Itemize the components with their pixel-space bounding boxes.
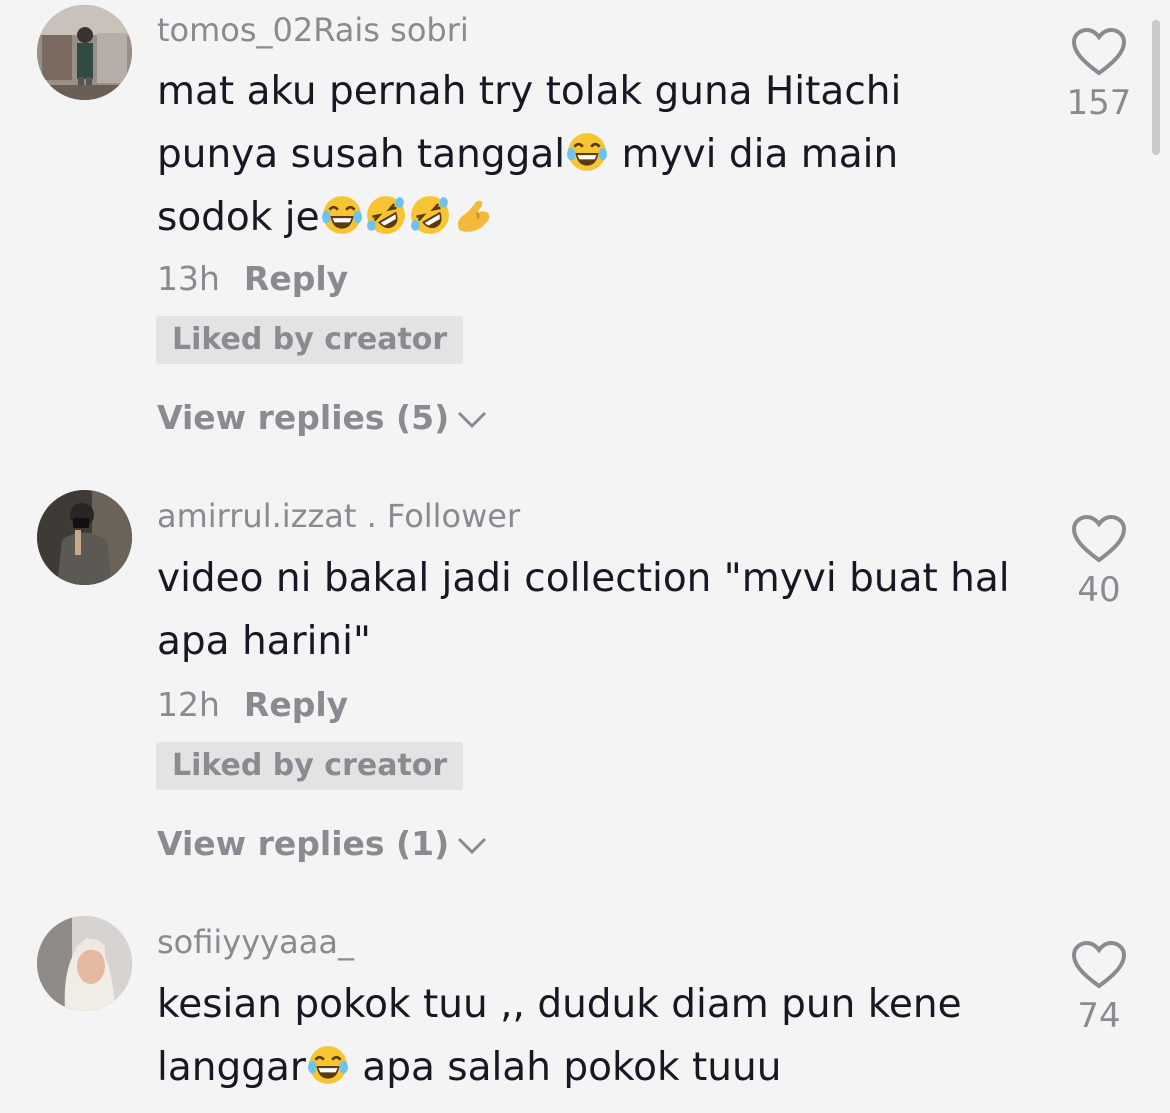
comment-username[interactable]: sofiiyyyaaa_	[157, 922, 354, 962]
face-with-tears-of-joy-emoji	[321, 194, 363, 236]
liked-by-creator-badge: Liked by creator	[156, 742, 464, 790]
comment-line: mat aku pernah try tolak guna Hitachi	[157, 69, 902, 114]
comment-text-segment: apa salah pokok tuuu	[349, 1045, 782, 1090]
like-button[interactable]: 157	[1062, 27, 1136, 123]
like-button[interactable]: 40	[1062, 514, 1136, 610]
comment-meta: 13h Reply	[157, 259, 348, 299]
view-replies-label: View replies (5)	[157, 398, 450, 437]
comment-username[interactable]: amirrul.izzat . Follower	[157, 496, 520, 536]
face-with-tears-of-joy-emoji	[566, 131, 608, 173]
comment-line: apa harini"	[157, 619, 371, 664]
view-replies-button[interactable]: View replies (1)	[157, 824, 489, 864]
like-count: 40	[1077, 570, 1121, 610]
like-count: 157	[1066, 83, 1132, 123]
pinching-hand-emoji	[453, 194, 495, 236]
avatar[interactable]	[37, 916, 132, 1011]
comment-text-segment: langgar	[157, 1045, 306, 1090]
comment-text-segment: sodok je	[157, 195, 320, 240]
rolling-on-floor-laughing-emoji	[365, 194, 407, 236]
comment-time: 13h	[157, 259, 220, 298]
comment-time: 12h	[157, 685, 220, 724]
view-replies-label: View replies (1)	[157, 824, 450, 863]
like-count: 74	[1077, 996, 1121, 1036]
comment-line: punya susah tanggal myvi dia main	[157, 123, 1027, 186]
scrollbar[interactable]	[1152, 20, 1160, 155]
view-replies-button[interactable]: View replies (5)	[157, 398, 489, 438]
chevron-down-icon	[458, 837, 487, 854]
reply-button[interactable]: Reply	[244, 259, 348, 298]
comment-line: langgar apa salah pokok tuuu	[157, 1036, 1027, 1099]
liked-by-creator-badge: Liked by creator	[156, 316, 464, 364]
comment-text: video ni bakal jadi collection "myvi bua…	[157, 547, 1027, 673]
comment-meta: 12h Reply	[157, 685, 348, 725]
comment-line: video ni bakal jadi collection "myvi bua…	[157, 556, 1010, 601]
avatar[interactable]	[37, 490, 132, 585]
heart-outline-icon[interactable]	[1071, 514, 1127, 564]
comment-text-segment: myvi dia main	[609, 132, 899, 177]
heart-outline-icon[interactable]	[1071, 940, 1127, 990]
comment-text: kesian pokok tuu ,, duduk diam pun kene …	[157, 973, 1027, 1099]
comment-line: kesian pokok tuu ,, duduk diam pun kene	[157, 982, 962, 1027]
reply-button[interactable]: Reply	[244, 685, 348, 724]
heart-outline-icon[interactable]	[1071, 27, 1127, 77]
comment-username[interactable]: tomos_02Rais sobri	[157, 10, 469, 50]
rolling-on-floor-laughing-emoji	[409, 194, 451, 236]
like-button[interactable]: 74	[1062, 940, 1136, 1036]
chevron-down-icon	[458, 411, 487, 428]
comment-text: mat aku pernah try tolak guna Hitachi pu…	[157, 60, 1027, 249]
comment-text-segment: punya susah tanggal	[157, 132, 566, 177]
avatar[interactable]	[37, 5, 132, 100]
face-with-tears-of-joy-emoji	[307, 1044, 349, 1086]
comment-line: sodok je	[157, 186, 1027, 249]
